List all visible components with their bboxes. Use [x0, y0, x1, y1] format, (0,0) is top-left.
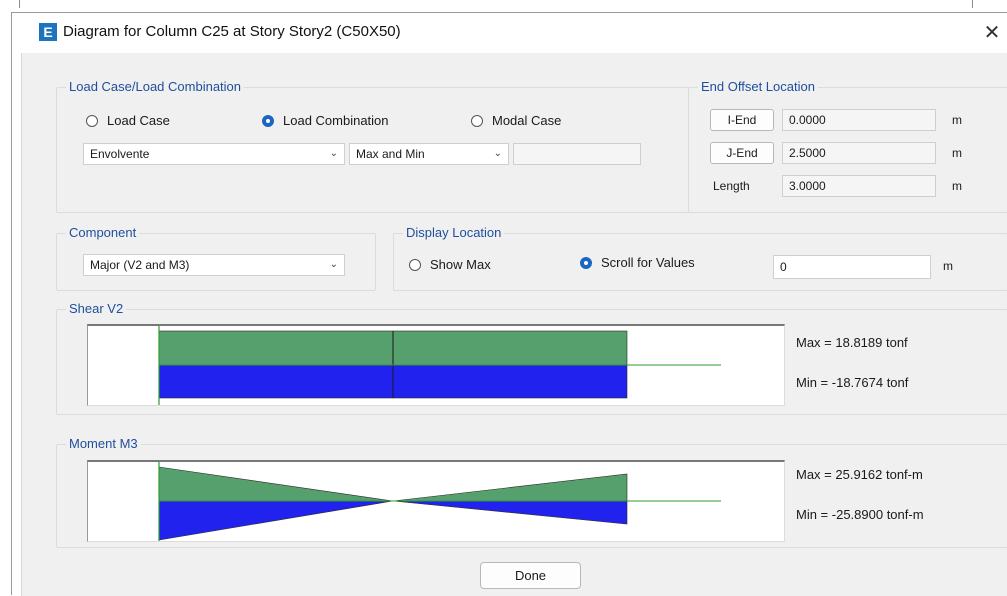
radio-selected-icon	[580, 256, 592, 269]
shear-diagram-svg	[158, 326, 721, 405]
chevron-down-icon: ⌄	[329, 259, 338, 270]
shear-min-value: Min = -18.7674 tonf	[796, 375, 909, 390]
scroll-for-values-radio[interactable]: Scroll for Values	[580, 255, 695, 270]
max-min-value: Max and Min	[356, 147, 425, 161]
load-combination-value: Envolvente	[90, 147, 150, 161]
etabs-app-icon: E	[39, 23, 57, 41]
moment-negative-left	[158, 500, 394, 541]
length-unit: m	[952, 179, 962, 193]
diagram-dialog: E Diagram for Column C25 at Story Story2…	[11, 12, 1007, 596]
background-window-edge	[0, 0, 1007, 12]
i-end-button[interactable]: I-End	[710, 109, 774, 131]
component-group: Component Major (V2 and M3) ⌄	[56, 225, 376, 291]
load-combination-select[interactable]: Envolvente ⌄	[83, 143, 345, 165]
chevron-down-icon: ⌄	[329, 148, 338, 159]
shear-diagram	[87, 324, 785, 406]
load-combination-radio-label: Load Combination	[283, 113, 389, 128]
moment-diagram-svg	[158, 462, 721, 541]
display-location-group: Display Location Show Max Scroll for Val…	[393, 225, 1007, 291]
radio-circle-icon	[409, 258, 421, 271]
scroll-for-values-label: Scroll for Values	[601, 255, 695, 270]
shear-v2-group-label: Shear V2	[66, 301, 127, 316]
shear-v2-group: Shear V2 Max = 18.8189 tonf Min = -18.76…	[56, 301, 1007, 415]
location-unit: m	[943, 259, 953, 273]
i-end-field[interactable]: 0.0000	[782, 109, 936, 131]
max-min-select[interactable]: Max and Min ⌄	[349, 143, 509, 165]
load-case-group: Load Case/Load Combination Load Case Loa…	[56, 79, 689, 213]
window-title: Diagram for Column C25 at Story Story2 (…	[63, 23, 401, 40]
chevron-down-icon: ⌄	[493, 148, 502, 159]
j-end-button[interactable]: J-End	[710, 142, 774, 164]
load-case-group-label: Load Case/Load Combination	[66, 79, 245, 94]
extra-value-field[interactable]	[513, 143, 641, 165]
moment-min-value: Min = -25.8900 tonf-m	[796, 507, 924, 522]
show-max-radio[interactable]: Show Max	[409, 257, 491, 272]
location-value-field[interactable]: 0	[773, 255, 931, 279]
moment-max-value: Max = 25.9162 tonf-m	[796, 467, 923, 482]
load-case-radio-label: Load Case	[107, 113, 170, 128]
i-end-unit: m	[952, 113, 962, 127]
end-offset-group-label: End Offset Location	[698, 79, 818, 94]
radio-circle-icon	[86, 114, 98, 127]
length-label: Length	[713, 179, 750, 193]
dialog-client-area: Load Case/Load Combination Load Case Loa…	[21, 53, 1007, 596]
moment-m3-group: Moment M3 Max = 25.9162 tonf-m Min = -25…	[56, 436, 1007, 548]
moment-diagram	[87, 460, 785, 542]
show-max-label: Show Max	[430, 257, 491, 272]
moment-positive-right	[392, 473, 628, 502]
j-end-field[interactable]: 2.5000	[782, 142, 936, 164]
moment-m3-group-label: Moment M3	[66, 436, 141, 451]
radio-circle-icon	[471, 114, 483, 127]
moment-positive-left	[158, 466, 394, 502]
close-icon[interactable]: ✕	[977, 19, 1007, 47]
title-bar[interactable]: E Diagram for Column C25 at Story Story2…	[12, 13, 1007, 53]
end-offset-group: End Offset Location I-End 0.0000 m J-End…	[688, 79, 1007, 213]
length-field[interactable]: 3.0000	[782, 175, 936, 197]
modal-case-radio-label: Modal Case	[492, 113, 562, 128]
radio-selected-icon	[262, 114, 274, 127]
j-end-unit: m	[952, 146, 962, 160]
load-combination-radio[interactable]: Load Combination	[262, 113, 389, 128]
component-select[interactable]: Major (V2 and M3) ⌄	[83, 254, 345, 276]
display-location-group-label: Display Location	[403, 225, 505, 240]
modal-case-radio[interactable]: Modal Case	[471, 113, 561, 128]
done-button[interactable]: Done	[480, 562, 581, 589]
shear-max-value: Max = 18.8189 tonf	[796, 335, 908, 350]
moment-negative-right	[392, 500, 628, 525]
component-value: Major (V2 and M3)	[90, 258, 190, 272]
load-case-radio[interactable]: Load Case	[86, 113, 170, 128]
component-group-label: Component	[66, 225, 140, 240]
